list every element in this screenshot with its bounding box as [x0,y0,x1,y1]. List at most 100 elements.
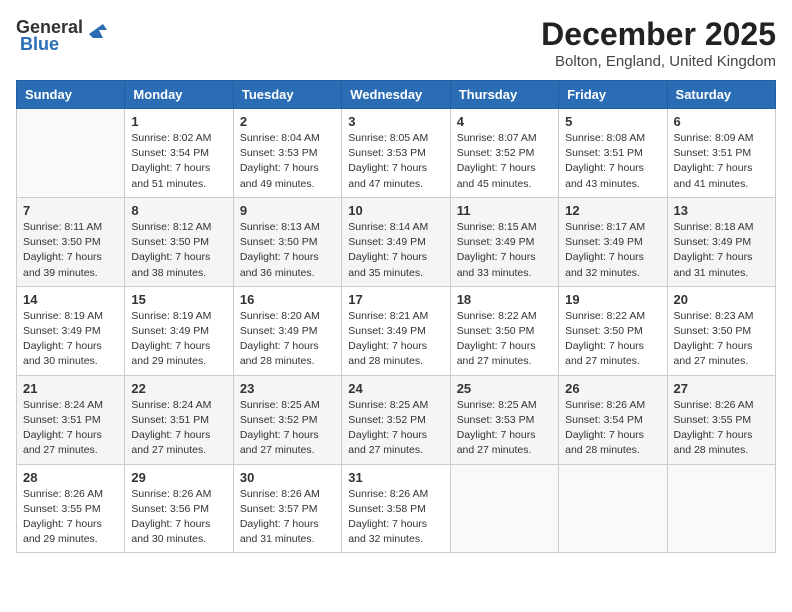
day-info: Sunrise: 8:23 AMSunset: 3:50 PMDaylight:… [674,309,769,370]
calendar-header-wednesday: Wednesday [342,81,450,109]
calendar-cell: 11 Sunrise: 8:15 AMSunset: 3:49 PMDayligh… [450,197,558,286]
page-header: General Blue December 2025 Bolton, Engla… [16,16,776,70]
day-number: 14 [23,292,118,307]
calendar-cell: 2Sunrise: 8:04 AMSunset: 3:53 PMDaylight… [233,109,341,198]
day-number: 22 [131,381,226,396]
day-info: Sunrise: 8:07 AMSunset: 3:52 PMDaylight:… [457,131,552,192]
calendar-cell: 15Sunrise: 8:19 AMSunset: 3:49 PMDayligh… [125,286,233,375]
day-info: Sunrise: 8:25 AMSunset: 3:52 PMDaylight:… [348,398,443,459]
day-info: Sunrise: 8:21 AMSunset: 3:49 PMDaylight:… [348,309,443,370]
day-number: 1 [131,114,226,129]
day-number: 20 [674,292,769,307]
day-number: 5 [565,114,660,129]
location: Bolton, England, United Kingdom [541,53,776,70]
calendar-header-row: SundayMondayTuesdayWednesdayThursdayFrid… [17,81,776,109]
calendar-header-tuesday: Tuesday [233,81,341,109]
calendar-header-friday: Friday [559,81,667,109]
day-info: Sunrise: 8:22 AMSunset: 3:50 PMDaylight:… [565,309,660,370]
day-info: Sunrise: 8:20 AMSunset: 3:49 PMDaylight:… [240,309,335,370]
day-info: Sunrise: 8:12 AMSunset: 3:50 PMDaylight:… [131,220,226,281]
logo-blue: Blue [20,34,59,55]
day-info: Sunrise: 8:11 AMSunset: 3:50 PMDaylight:… [23,220,118,281]
day-info: Sunrise: 8:25 AMSunset: 3:53 PMDaylight:… [457,398,552,459]
calendar-cell: 29 Sunrise: 8:26 AMSunset: 3:56 PMDayligh… [125,464,233,553]
day-info: Sunrise: 8:24 AMSunset: 3:51 PMDaylight:… [131,398,226,459]
day-info: Sunrise: 8:13 AMSunset: 3:50 PMDaylight:… [240,220,335,281]
day-number: 17 [348,292,443,307]
day-number: 3 [348,114,443,129]
day-number: 30 [240,470,335,485]
calendar-cell: 22 Sunrise: 8:24 AMSunset: 3:51 PMDayligh… [125,375,233,464]
day-info: Sunrise: 8:26 AMSunset: 3:54 PMDaylight:… [565,398,660,459]
calendar-cell: 31Sunrise: 8:26 AMSunset: 3:58 PMDayligh… [342,464,450,553]
day-info: Sunrise: 8:09 AMSunset: 3:51 PMDaylight:… [674,131,769,192]
calendar-cell: 1Sunrise: 8:02 AMSunset: 3:54 PMDaylight… [125,109,233,198]
day-info: Sunrise: 8:26 AMSunset: 3:56 PMDaylight:… [131,487,226,548]
calendar-week-row: 1Sunrise: 8:02 AMSunset: 3:54 PMDaylight… [17,109,776,198]
calendar-cell: 13Sunrise: 8:18 AMSunset: 3:49 PMDayligh… [667,197,775,286]
calendar-header-saturday: Saturday [667,81,775,109]
day-number: 15 [131,292,226,307]
calendar-header-thursday: Thursday [450,81,558,109]
day-info: Sunrise: 8:26 AMSunset: 3:57 PMDaylight:… [240,487,335,548]
day-number: 9 [240,203,335,218]
day-info: Sunrise: 8:17 AMSunset: 3:49 PMDaylight:… [565,220,660,281]
calendar-cell: 6 Sunrise: 8:09 AMSunset: 3:51 PMDaylight… [667,109,775,198]
day-number: 24 [348,381,443,396]
day-number: 2 [240,114,335,129]
calendar-cell: 5 Sunrise: 8:08 AMSunset: 3:51 PMDaylight… [559,109,667,198]
day-number: 19 [565,292,660,307]
day-number: 26 [565,381,660,396]
day-number: 29 [131,470,226,485]
calendar-week-row: 28Sunrise: 8:26 AMSunset: 3:55 PMDayligh… [17,464,776,553]
calendar-cell: 25Sunrise: 8:25 AMSunset: 3:53 PMDayligh… [450,375,558,464]
day-number: 11 [457,203,552,218]
calendar-cell: 8Sunrise: 8:12 AMSunset: 3:50 PMDaylight… [125,197,233,286]
day-info: Sunrise: 8:22 AMSunset: 3:50 PMDaylight:… [457,309,552,370]
calendar-week-row: 14 Sunrise: 8:19 AMSunset: 3:49 PMDayligh… [17,286,776,375]
day-info: Sunrise: 8:26 AMSunset: 3:55 PMDaylight:… [674,398,769,459]
month-title: December 2025 [541,16,776,53]
day-number: 10 [348,203,443,218]
calendar-cell: 18Sunrise: 8:22 AMSunset: 3:50 PMDayligh… [450,286,558,375]
calendar-cell: 30 Sunrise: 8:26 AMSunset: 3:57 PMDayligh… [233,464,341,553]
calendar-cell: 24 Sunrise: 8:25 AMSunset: 3:52 PMDayligh… [342,375,450,464]
day-info: Sunrise: 8:18 AMSunset: 3:49 PMDaylight:… [674,220,769,281]
day-number: 28 [23,470,118,485]
logo-icon [85,16,107,38]
calendar-cell [667,464,775,553]
day-info: Sunrise: 8:08 AMSunset: 3:51 PMDaylight:… [565,131,660,192]
day-number: 23 [240,381,335,396]
day-info: Sunrise: 8:15 AMSunset: 3:49 PMDaylight:… [457,220,552,281]
calendar-cell: 3 Sunrise: 8:05 AMSunset: 3:53 PMDaylight… [342,109,450,198]
day-info: Sunrise: 8:25 AMSunset: 3:52 PMDaylight:… [240,398,335,459]
day-number: 27 [674,381,769,396]
calendar-cell: 20 Sunrise: 8:23 AMSunset: 3:50 PMDayligh… [667,286,775,375]
day-number: 12 [565,203,660,218]
calendar-cell: 28Sunrise: 8:26 AMSunset: 3:55 PMDayligh… [17,464,125,553]
calendar-week-row: 21 Sunrise: 8:24 AMSunset: 3:51 PMDayligh… [17,375,776,464]
day-number: 6 [674,114,769,129]
calendar-cell: 4 Sunrise: 8:07 AMSunset: 3:52 PMDaylight… [450,109,558,198]
calendar-cell [559,464,667,553]
calendar-cell: 23 Sunrise: 8:25 AMSunset: 3:52 PMDayligh… [233,375,341,464]
calendar-cell: 16 Sunrise: 8:20 AMSunset: 3:49 PMDayligh… [233,286,341,375]
calendar-cell: 10 Sunrise: 8:14 AMSunset: 3:49 PMDayligh… [342,197,450,286]
day-number: 4 [457,114,552,129]
day-info: Sunrise: 8:05 AMSunset: 3:53 PMDaylight:… [348,131,443,192]
calendar-cell: 19 Sunrise: 8:22 AMSunset: 3:50 PMDayligh… [559,286,667,375]
day-number: 31 [348,470,443,485]
day-number: 7 [23,203,118,218]
calendar-cell: 27 Sunrise: 8:26 AMSunset: 3:55 PMDayligh… [667,375,775,464]
calendar-cell: 7 Sunrise: 8:11 AMSunset: 3:50 PMDaylight… [17,197,125,286]
calendar-header-sunday: Sunday [17,81,125,109]
title-area: December 2025 Bolton, England, United Ki… [541,16,776,70]
day-info: Sunrise: 8:14 AMSunset: 3:49 PMDaylight:… [348,220,443,281]
day-info: Sunrise: 8:19 AMSunset: 3:49 PMDaylight:… [23,309,118,370]
calendar-cell [17,109,125,198]
day-number: 21 [23,381,118,396]
calendar-table: SundayMondayTuesdayWednesdayThursdayFrid… [16,80,776,553]
calendar-cell: 21Sunrise: 8:24 AMSunset: 3:51 PMDayligh… [17,375,125,464]
day-number: 16 [240,292,335,307]
calendar-cell: 26 Sunrise: 8:26 AMSunset: 3:54 PMDayligh… [559,375,667,464]
